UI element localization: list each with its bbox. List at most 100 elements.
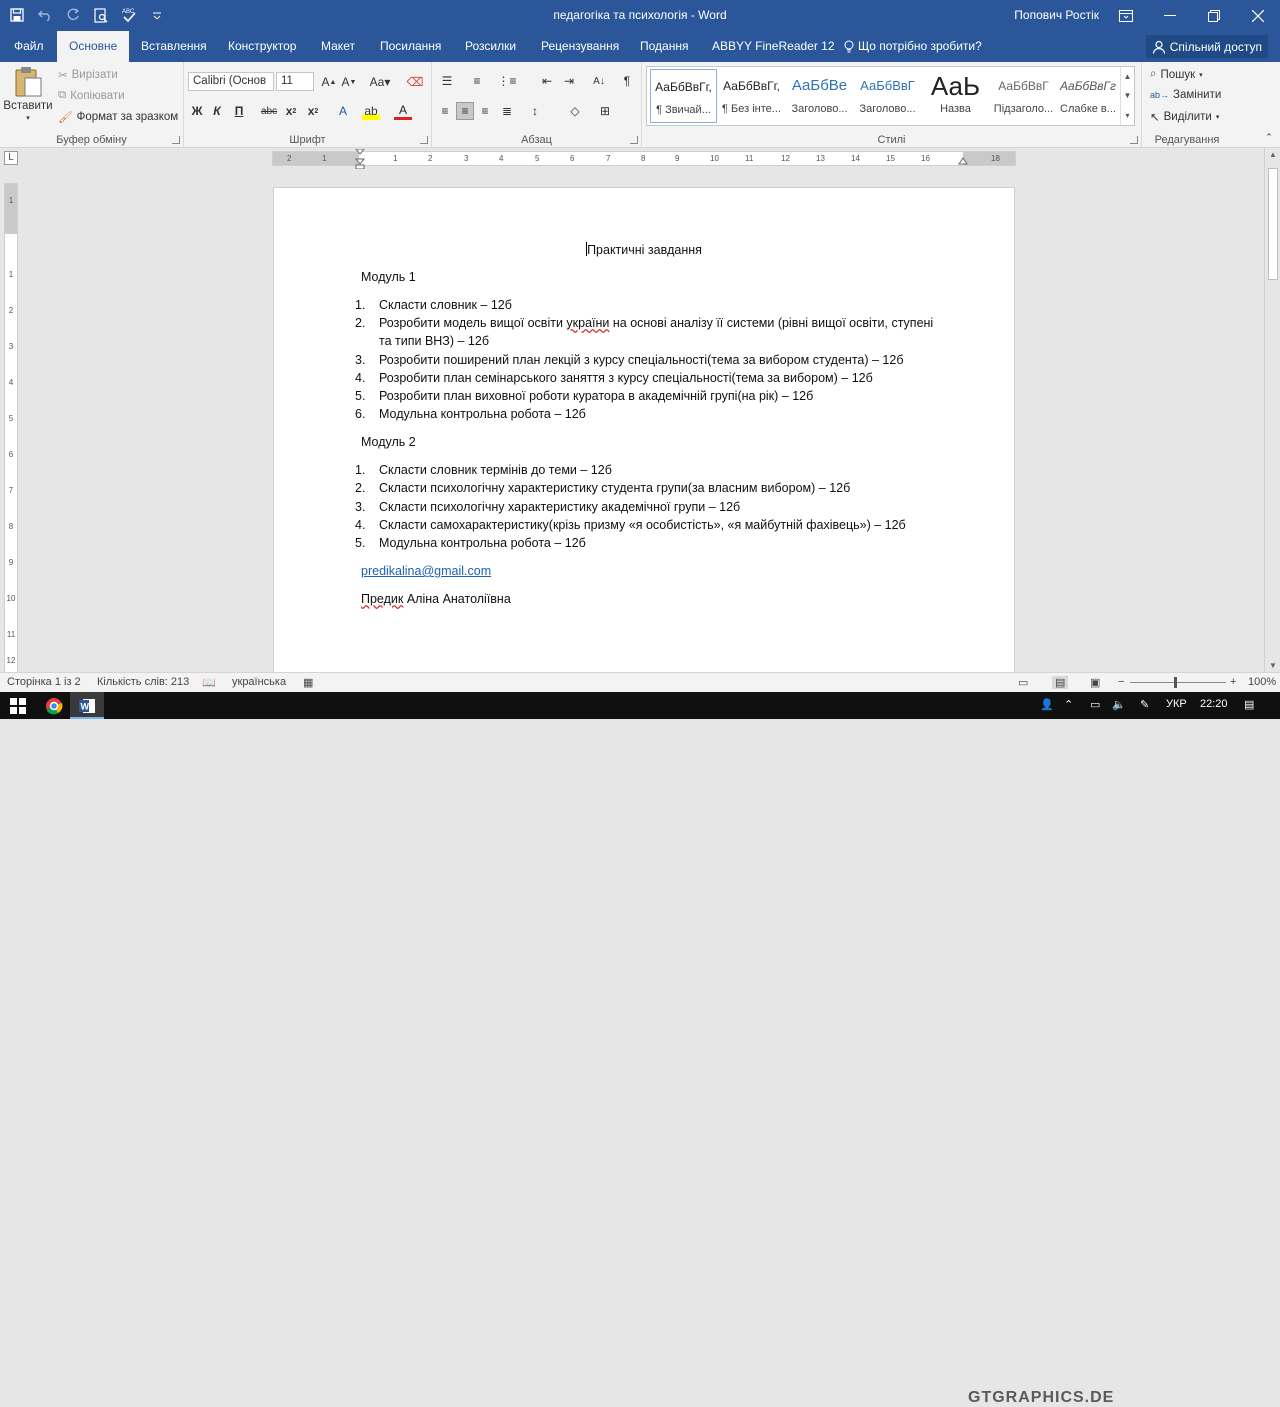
multilevel-list-icon[interactable]: ⋮≡ (498, 72, 517, 90)
strikethrough-icon[interactable]: abc (260, 102, 278, 120)
more-styles-icon[interactable]: ▾ (1125, 111, 1129, 120)
zoom-slider-thumb[interactable] (1174, 677, 1177, 688)
vertical-ruler[interactable]: 1 1 2 3 4 5 6 7 8 9 10 11 12 (4, 183, 18, 673)
superscript-icon[interactable]: x2 (304, 102, 322, 120)
restore-icon[interactable] (1192, 0, 1236, 31)
style-title[interactable]: АаЬ Назва (922, 69, 989, 123)
select-button[interactable]: ↖ Виділити ▾ (1150, 110, 1219, 124)
dialog-launcher-icon[interactable] (172, 136, 180, 144)
style-subtitle[interactable]: АаБбВвГ Підзаголо... (990, 69, 1057, 123)
print-layout-icon[interactable]: ▤ (1052, 676, 1069, 689)
tab-abbyy[interactable]: ABBYY FineReader 12 (700, 31, 847, 62)
style-heading-1[interactable]: АаБбВе Заголово... (786, 69, 853, 123)
chevron-up-icon[interactable]: ▲ (1124, 72, 1132, 81)
justify-icon[interactable]: ≣ (498, 102, 516, 120)
email-link[interactable]: predikalina@gmail.com (361, 564, 491, 578)
input-language[interactable]: УКР (1166, 698, 1187, 710)
tab-design[interactable]: Конструктор (216, 31, 308, 62)
style-subtle-emphasis[interactable]: АаБбВвГг Слабке в... (1058, 69, 1118, 123)
chevron-down-icon[interactable]: ▼ (1124, 91, 1132, 100)
style-heading-2[interactable]: АаБбВвГ Заголово... (854, 69, 921, 123)
misspelled-surname[interactable]: Предик (361, 592, 403, 606)
zoom-slider[interactable] (1130, 682, 1226, 683)
paste-button[interactable]: Вставити ▾ (3, 66, 53, 122)
grow-font-icon[interactable]: A ▲ (320, 73, 338, 91)
decrease-indent-icon[interactable]: ⇤ (538, 72, 556, 90)
sort-icon[interactable]: A↓ (590, 72, 608, 90)
copy-button[interactable]: ⧉ Копіювати (58, 89, 125, 102)
line-spacing-icon[interactable]: ↕ (526, 102, 544, 120)
shrink-font-icon[interactable]: A ▼ (340, 73, 358, 91)
font-dialog-launcher-icon[interactable] (420, 136, 428, 144)
align-left-icon[interactable]: ≡ (436, 102, 454, 120)
pen-icon[interactable]: ✎ (1140, 698, 1149, 711)
font-name-select[interactable]: Calibri (Основ (188, 72, 274, 91)
macro-record-icon[interactable]: ▦ (303, 676, 313, 689)
cut-button[interactable]: ✂ Вирізати (58, 68, 118, 82)
zoom-level[interactable]: 100% (1248, 676, 1276, 688)
italic-icon[interactable]: К (208, 102, 226, 120)
minimize-icon[interactable] (1148, 0, 1192, 31)
tab-view[interactable]: Подання (628, 31, 700, 62)
styles-dialog-launcher-icon[interactable] (1130, 136, 1138, 144)
highlight-icon[interactable]: ab (362, 102, 380, 120)
align-right-icon[interactable]: ≡ (476, 102, 494, 120)
document-page[interactable]: Практичні завдання Модуль 1 1. Скласти с… (273, 187, 1015, 687)
proofing-icon[interactable]: 📖 (202, 676, 216, 689)
language-indicator[interactable]: українська (232, 676, 286, 688)
replace-button[interactable]: ab→ Замінити (1150, 89, 1221, 101)
scrollbar-thumb[interactable] (1268, 168, 1278, 280)
tab-layout[interactable]: Макет (309, 31, 367, 62)
clear-formatting-icon[interactable]: ⌫ (406, 73, 424, 91)
show-marks-icon[interactable]: ¶ (618, 72, 636, 90)
tab-mailings[interactable]: Розсилки (453, 31, 528, 62)
battery-icon[interactable]: ▭ (1090, 698, 1100, 711)
styles-gallery-scroll[interactable]: ▲ ▼ ▾ (1120, 67, 1134, 125)
web-layout-icon[interactable]: ▣ (1090, 676, 1100, 689)
find-button[interactable]: ⌕ Пошук ▾ (1150, 68, 1203, 81)
underline-icon[interactable]: П (230, 102, 248, 120)
tab-references[interactable]: Посилання (368, 31, 453, 62)
numbering-icon[interactable]: ≡ (468, 72, 486, 90)
font-size-select[interactable]: 11 (276, 72, 314, 91)
misspelled-word[interactable]: україни (566, 316, 609, 330)
shading-icon[interactable]: ◇ (566, 102, 584, 120)
bullets-icon[interactable]: ☰ (438, 72, 456, 90)
close-icon[interactable] (1236, 0, 1280, 31)
share-button[interactable]: Спільний доступ (1145, 35, 1268, 58)
read-mode-icon[interactable]: ▭ (1018, 676, 1028, 689)
format-painter-button[interactable]: 🖌 Формат за зразком (58, 110, 178, 124)
vertical-scrollbar[interactable]: ▲ ▼ (1264, 148, 1280, 672)
subscript-icon[interactable]: x2 (282, 102, 300, 120)
user-name[interactable]: Попович Ростік (1014, 8, 1099, 22)
font-color-icon[interactable]: A (394, 102, 412, 120)
scroll-up-icon[interactable]: ▲ (1265, 150, 1280, 159)
windows-start-icon[interactable] (8, 696, 28, 715)
zoom-in-icon[interactable]: + (1230, 676, 1236, 688)
tab-review[interactable]: Рецензування (529, 31, 631, 62)
right-indent-marker-icon[interactable] (958, 156, 968, 166)
ribbon-display-options-icon[interactable] (1104, 0, 1148, 31)
clock[interactable]: 22:20 (1200, 698, 1228, 710)
word-app-icon[interactable]: W (77, 696, 97, 715)
word-count[interactable]: Кількість слів: 213 (97, 676, 189, 688)
notifications-icon[interactable]: ▤ (1244, 698, 1254, 711)
tab-insert[interactable]: Вставлення (129, 31, 219, 62)
collapse-ribbon-icon[interactable]: ⌃ (1260, 128, 1278, 146)
indent-marker-icon[interactable] (355, 149, 365, 169)
tab-selector[interactable]: L (4, 151, 18, 165)
chrome-icon[interactable] (44, 696, 64, 715)
style-normal[interactable]: АаБбВвГг, ¶ Звичай... (650, 69, 717, 123)
change-case-icon[interactable]: Aa▾ (366, 73, 394, 91)
bold-icon[interactable]: Ж (188, 102, 206, 120)
paragraph-dialog-launcher-icon[interactable] (630, 136, 638, 144)
horizontal-ruler[interactable]: 2 1 1 2 3 4 5 6 7 8 9 10 11 12 13 14 15 … (272, 149, 1016, 169)
tell-me-box[interactable]: Що потрібно зробити? (832, 31, 994, 62)
text-effects-icon[interactable]: A (334, 102, 352, 120)
zoom-out-icon[interactable]: − (1118, 676, 1124, 688)
people-icon[interactable]: 👤 (1040, 698, 1054, 711)
scroll-down-icon[interactable]: ▼ (1265, 661, 1280, 670)
volume-icon[interactable]: 🔈 (1112, 698, 1126, 711)
tab-home[interactable]: Основне (57, 31, 130, 62)
page-count[interactable]: Сторінка 1 із 2 (7, 676, 81, 688)
